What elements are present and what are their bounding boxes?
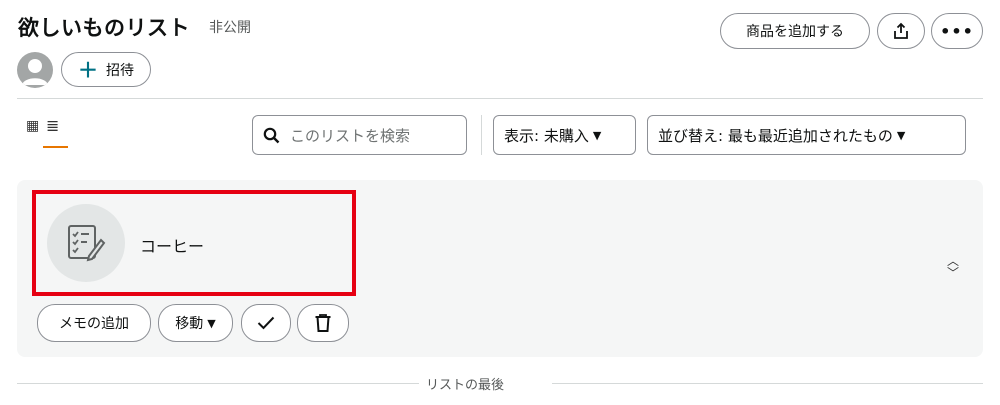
chevron-down-icon: ▼ [896, 128, 906, 142]
active-view-indicator [43, 146, 68, 148]
show-filter-label: 表示: 未購入 [504, 126, 589, 145]
search-input[interactable]: このリストを検索 [252, 115, 467, 155]
search-icon [263, 127, 280, 143]
mark-purchased-button[interactable] [241, 304, 291, 342]
check-icon [257, 316, 275, 330]
chevron-down-icon: ﹀ [947, 266, 960, 280]
move-label: 移動 [175, 316, 204, 332]
end-of-list-label: リストの最後 [426, 378, 505, 393]
user-icon [22, 59, 48, 85]
sort-label: 並び替え: 最も最近追加されたもの [658, 126, 893, 145]
divider [17, 98, 983, 99]
delete-button[interactable] [297, 304, 349, 342]
chevron-down-icon: ▼ [207, 316, 216, 330]
more-options-button[interactable]: ••• [931, 13, 983, 49]
visibility-label[interactable]: 非公開 [209, 17, 251, 37]
add-item-button[interactable]: 商品を追加する [720, 13, 870, 49]
share-icon [894, 22, 908, 39]
chevron-down-icon: ▼ [592, 128, 602, 142]
invite-button[interactable]: ＋ 招待 [61, 52, 151, 87]
grid-view-icon[interactable]: ▦ [26, 118, 39, 134]
reorder-handle[interactable]: ︿ ﹀ [947, 255, 959, 279]
divider [552, 383, 983, 384]
highlight-box [32, 190, 356, 296]
move-button[interactable]: 移動 ▼ [158, 304, 233, 342]
page-title: 欲しいものリスト [18, 16, 190, 40]
add-memo-button[interactable]: メモの追加 [37, 304, 151, 342]
share-button[interactable] [877, 13, 925, 49]
search-placeholder: このリストを検索 [290, 126, 411, 145]
plus-icon: ＋ [78, 57, 98, 82]
sort-dropdown[interactable]: 並び替え: 最も最近追加されたもの ▼ [647, 115, 966, 155]
invite-label: 招待 [106, 62, 134, 79]
divider [17, 383, 419, 384]
avatar[interactable] [17, 52, 53, 88]
list-view-icon[interactable]: ≣ [46, 116, 59, 135]
toolbar-divider [481, 115, 482, 155]
show-filter-dropdown[interactable]: 表示: 未購入 ▼ [493, 115, 636, 155]
trash-icon [315, 314, 331, 332]
